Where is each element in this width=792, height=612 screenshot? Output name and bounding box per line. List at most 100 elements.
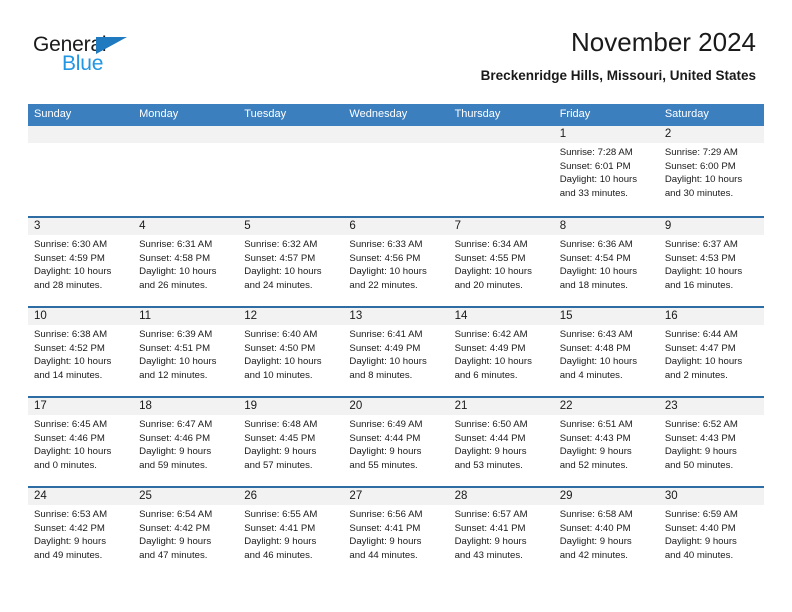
day-number: 1 <box>559 128 567 141</box>
day-cell[interactable]: 3 Sunrise: 6:30 AM Sunset: 4:59 PM Daylig… <box>28 218 133 306</box>
day-details: Sunrise: 6:32 AM Sunset: 4:57 PM Dayligh… <box>244 239 322 292</box>
day-cell[interactable]: 21 Sunrise: 6:50 AM Sunset: 4:44 PM Dayli… <box>449 398 554 486</box>
day-cell[interactable]: 25 Sunrise: 6:54 AM Sunset: 4:42 PM Dayli… <box>133 488 238 576</box>
day-cell[interactable]: 4 Sunrise: 6:31 AM Sunset: 4:58 PM Daylig… <box>133 218 238 306</box>
day-details: Sunrise: 6:48 AM Sunset: 4:45 PM Dayligh… <box>244 419 318 472</box>
day-number <box>244 126 337 143</box>
day-cell[interactable]: 9 Sunrise: 6:37 AM Sunset: 4:53 PM Daylig… <box>659 218 764 306</box>
day-number: 17 <box>34 400 47 413</box>
day-details: Sunrise: 6:31 AM Sunset: 4:58 PM Dayligh… <box>139 239 217 292</box>
day-number: 22 <box>559 400 573 413</box>
day-cell[interactable] <box>133 126 238 216</box>
weekday-header-friday: Friday <box>559 108 591 120</box>
day-cell[interactable]: 2 Sunrise: 7:29 AM Sunset: 6:00 PM Daylig… <box>659 126 764 216</box>
day-number: 28 <box>454 490 468 503</box>
day-cell[interactable]: 29 Sunrise: 6:58 AM Sunset: 4:40 PM Dayli… <box>554 488 659 576</box>
day-details: Sunrise: 6:55 AM Sunset: 4:41 PM Dayligh… <box>244 509 318 562</box>
day-details: Sunrise: 6:45 AM Sunset: 4:46 PM Dayligh… <box>34 419 112 472</box>
day-details: Sunrise: 6:38 AM Sunset: 4:52 PM Dayligh… <box>34 329 112 382</box>
day-cell[interactable] <box>238 126 343 216</box>
day-cell[interactable]: 14 Sunrise: 6:42 AM Sunset: 4:49 PM Dayli… <box>449 308 554 396</box>
day-number: 20 <box>349 400 363 413</box>
day-cell[interactable]: 16 Sunrise: 6:44 AM Sunset: 4:47 PM Dayli… <box>659 308 764 396</box>
calendar-grid: Sunday Monday Tuesday Wednesday Thursday… <box>28 104 764 577</box>
day-number: 9 <box>664 220 672 233</box>
day-cell[interactable]: 10 Sunrise: 6:38 AM Sunset: 4:52 PM Dayli… <box>28 308 133 396</box>
day-number: 21 <box>454 400 468 413</box>
day-number: 12 <box>244 310 258 323</box>
day-number: 2 <box>664 128 672 141</box>
day-details: Sunrise: 6:52 AM Sunset: 4:43 PM Dayligh… <box>664 419 738 472</box>
day-number <box>349 126 442 143</box>
day-details: Sunrise: 7:29 AM Sunset: 6:00 PM Dayligh… <box>664 147 743 200</box>
day-cell[interactable]: 6 Sunrise: 6:33 AM Sunset: 4:56 PM Daylig… <box>343 218 448 306</box>
day-cell[interactable]: 11 Sunrise: 6:39 AM Sunset: 4:51 PM Dayli… <box>133 308 238 396</box>
day-details: Sunrise: 6:54 AM Sunset: 4:42 PM Dayligh… <box>139 509 213 562</box>
week-row: 3 Sunrise: 6:30 AM Sunset: 4:59 PM Daylig… <box>28 216 764 307</box>
day-number: 6 <box>349 220 356 233</box>
day-number: 23 <box>664 400 678 413</box>
day-cell[interactable]: 28 Sunrise: 6:57 AM Sunset: 4:41 PM Dayli… <box>449 488 554 576</box>
day-cell[interactable] <box>449 126 554 216</box>
day-cell[interactable]: 24 Sunrise: 6:53 AM Sunset: 4:42 PM Dayli… <box>28 488 133 576</box>
day-details: Sunrise: 6:57 AM Sunset: 4:41 PM Dayligh… <box>454 509 528 562</box>
day-details: Sunrise: 6:58 AM Sunset: 4:40 PM Dayligh… <box>559 509 633 562</box>
day-number: 3 <box>34 220 41 233</box>
day-cell[interactable]: 1 Sunrise: 7:28 AM Sunset: 6:01 PM Daylig… <box>554 126 659 216</box>
day-cell[interactable]: 7 Sunrise: 6:34 AM Sunset: 4:55 PM Daylig… <box>449 218 554 306</box>
day-number: 8 <box>559 220 567 233</box>
day-cell[interactable]: 13 Sunrise: 6:41 AM Sunset: 4:49 PM Dayli… <box>343 308 448 396</box>
day-cell[interactable]: 18 Sunrise: 6:47 AM Sunset: 4:46 PM Dayli… <box>133 398 238 486</box>
day-cell[interactable]: 12 Sunrise: 6:40 AM Sunset: 4:50 PM Dayli… <box>238 308 343 396</box>
day-cell[interactable]: 30 Sunrise: 6:59 AM Sunset: 4:40 PM Dayli… <box>659 488 764 576</box>
day-cell[interactable]: 8 Sunrise: 6:36 AM Sunset: 4:54 PM Daylig… <box>554 218 659 306</box>
day-cell[interactable]: 19 Sunrise: 6:48 AM Sunset: 4:45 PM Dayli… <box>238 398 343 486</box>
day-details: Sunrise: 7:28 AM Sunset: 6:01 PM Dayligh… <box>559 147 638 200</box>
day-details: Sunrise: 6:37 AM Sunset: 4:53 PM Dayligh… <box>664 239 743 292</box>
page-header: General Blue November 2024 Breckenridge … <box>0 0 792 83</box>
day-details: Sunrise: 6:44 AM Sunset: 4:47 PM Dayligh… <box>664 329 743 382</box>
day-number: 4 <box>139 220 146 233</box>
weekday-header-saturday: Saturday <box>664 108 709 120</box>
day-number: 14 <box>454 310 468 323</box>
day-details: Sunrise: 6:53 AM Sunset: 4:42 PM Dayligh… <box>34 509 108 562</box>
day-number: 26 <box>244 490 258 503</box>
week-row: 1 Sunrise: 7:28 AM Sunset: 6:01 PM Daylig… <box>28 126 764 217</box>
calendar-page: General Blue November 2024 Breckenridge … <box>0 0 792 612</box>
day-cell[interactable]: 27 Sunrise: 6:56 AM Sunset: 4:41 PM Dayli… <box>343 488 448 576</box>
day-cell[interactable]: 15 Sunrise: 6:43 AM Sunset: 4:48 PM Dayli… <box>554 308 659 396</box>
day-details: Sunrise: 6:33 AM Sunset: 4:56 PM Dayligh… <box>349 239 427 292</box>
weekday-header-monday: Monday <box>139 108 179 120</box>
day-number: 11 <box>139 310 152 323</box>
day-number: 10 <box>34 310 47 323</box>
weekday-header-row: Sunday Monday Tuesday Wednesday Thursday… <box>28 104 764 127</box>
logo-text-blue: Blue <box>62 52 104 75</box>
day-details: Sunrise: 6:56 AM Sunset: 4:41 PM Dayligh… <box>349 509 423 562</box>
day-cell[interactable]: 22 Sunrise: 6:51 AM Sunset: 4:43 PM Dayli… <box>554 398 659 486</box>
generalblue-logo[interactable]: General Blue <box>33 33 143 79</box>
day-number: 24 <box>34 490 47 503</box>
day-number: 19 <box>244 400 258 413</box>
day-cell[interactable]: 20 Sunrise: 6:49 AM Sunset: 4:44 PM Dayli… <box>343 398 448 486</box>
day-cell[interactable]: 17 Sunrise: 6:45 AM Sunset: 4:46 PM Dayli… <box>28 398 133 486</box>
day-details: Sunrise: 6:36 AM Sunset: 4:54 PM Dayligh… <box>559 239 638 292</box>
day-number: 13 <box>349 310 363 323</box>
week-row: 24 Sunrise: 6:53 AM Sunset: 4:42 PM Dayli… <box>28 486 764 577</box>
weekday-header-wednesday: Wednesday <box>349 108 408 120</box>
day-cell[interactable] <box>343 126 448 216</box>
day-number: 29 <box>559 490 573 503</box>
day-number: 5 <box>244 220 251 233</box>
day-details: Sunrise: 6:40 AM Sunset: 4:50 PM Dayligh… <box>244 329 322 382</box>
day-number <box>139 126 232 143</box>
day-details: Sunrise: 6:59 AM Sunset: 4:40 PM Dayligh… <box>664 509 738 562</box>
day-cell[interactable] <box>28 126 133 216</box>
day-number <box>34 126 127 143</box>
day-cell[interactable]: 26 Sunrise: 6:55 AM Sunset: 4:41 PM Dayli… <box>238 488 343 576</box>
day-number: 30 <box>664 490 678 503</box>
day-cell[interactable]: 5 Sunrise: 6:32 AM Sunset: 4:57 PM Daylig… <box>238 218 343 306</box>
day-details: Sunrise: 6:30 AM Sunset: 4:59 PM Dayligh… <box>34 239 112 292</box>
day-number: 25 <box>139 490 152 503</box>
day-details: Sunrise: 6:39 AM Sunset: 4:51 PM Dayligh… <box>139 329 217 382</box>
location-subtitle: Breckenridge Hills, Missouri, United Sta… <box>480 67 756 83</box>
day-cell[interactable]: 23 Sunrise: 6:52 AM Sunset: 4:43 PM Dayli… <box>659 398 764 486</box>
